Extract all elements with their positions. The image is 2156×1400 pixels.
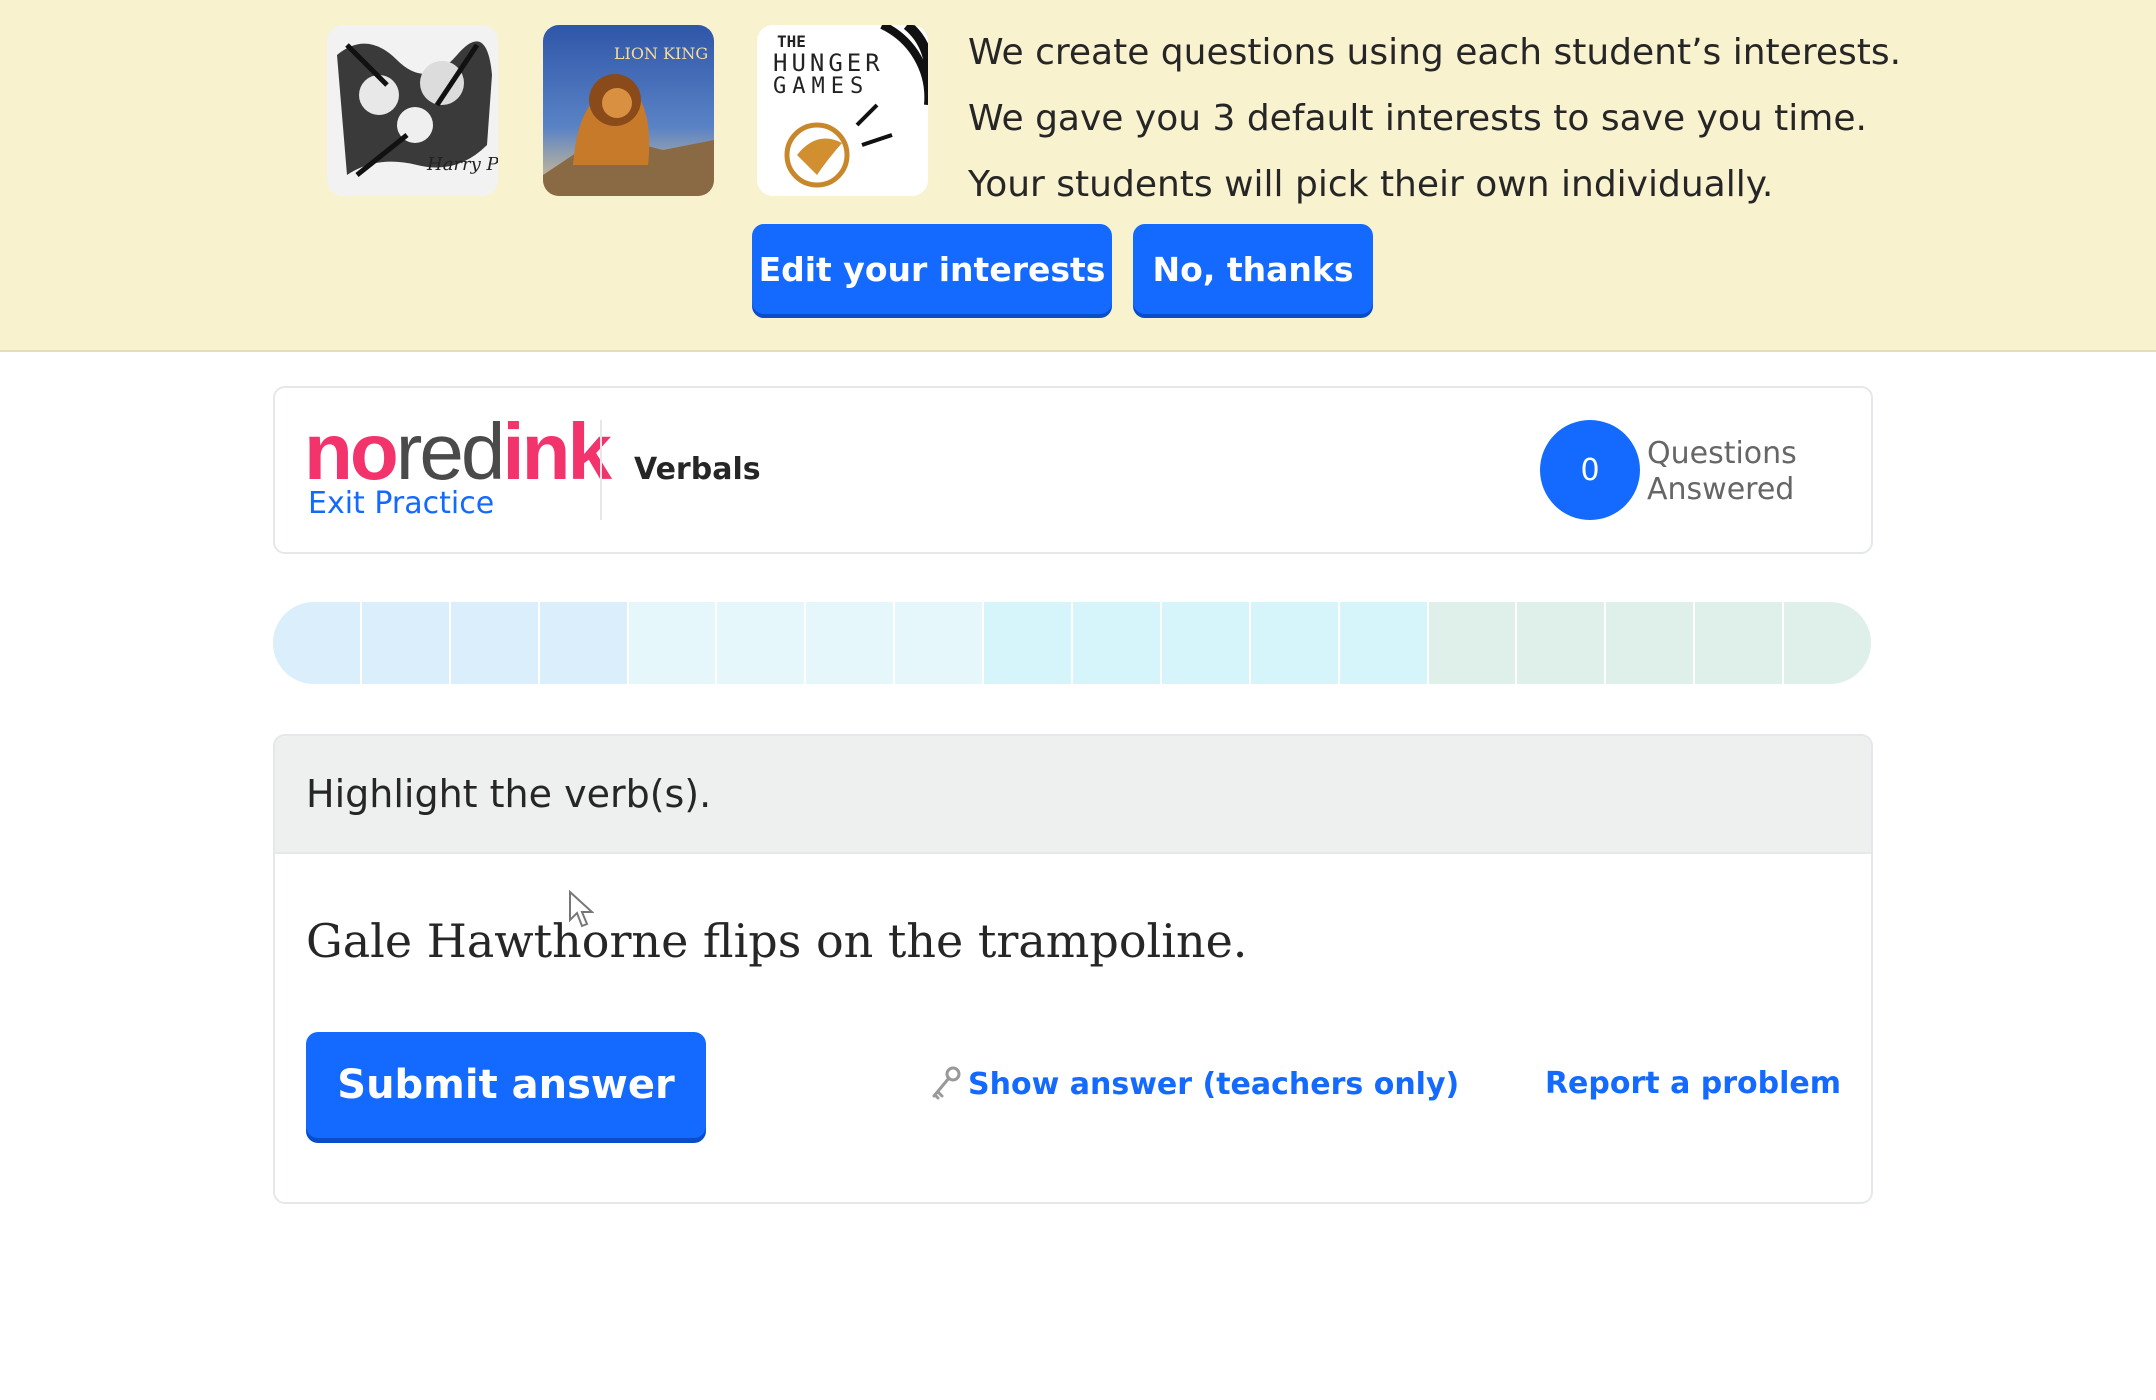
show-answer-label: Show answer (teachers only): [968, 1066, 1460, 1102]
progress-segment: [717, 602, 807, 684]
progress-segment: [1073, 602, 1162, 684]
submit-answer-button[interactable]: Submit answer: [306, 1032, 706, 1138]
mouse-cursor-icon: [569, 890, 594, 928]
progress-segment: [1784, 602, 1871, 684]
lion-king-thumbnail: LION KING: [543, 25, 714, 196]
progress-segment: [361, 602, 451, 684]
hunger-games-label-bottom: GAMES: [773, 74, 869, 99]
lion-king-label: LION KING: [614, 44, 708, 63]
key-icon: [930, 1066, 962, 1102]
progress-segment: [895, 602, 985, 684]
noredink-logo[interactable]: noredink: [304, 407, 612, 496]
question-prompt: Highlight the verb(s).: [306, 772, 712, 816]
progress-segment: [1250, 602, 1340, 684]
question-prompt-header: Highlight the verb(s).: [275, 736, 1871, 854]
progress-segment: [628, 602, 718, 684]
report-problem-link[interactable]: Report a problem: [1545, 1066, 1841, 1101]
edit-interests-button[interactable]: Edit your interests: [752, 224, 1112, 314]
harry-potter-thumbnail: Harry Potter: [327, 25, 498, 196]
header-divider: [600, 420, 602, 520]
exit-practice-link[interactable]: Exit Practice: [308, 486, 494, 521]
questions-answered-count: 0: [1540, 420, 1640, 520]
highlightable-sentence[interactable]: Gale Hawthorne flips on the trampoline.: [306, 914, 1247, 968]
progress-segment: [450, 602, 540, 684]
banner-line-2: We gave you 3 default interests to save …: [968, 98, 1867, 139]
progress-segment: [1339, 602, 1429, 684]
questions-answered-label: Questions Answered: [1647, 436, 1797, 508]
harry-potter-label: Harry Potter: [426, 154, 498, 175]
hunger-games-thumbnail: THE HUNGER GAMES: [757, 25, 928, 196]
question-card: Highlight the verb(s). Gale Hawthorne fl…: [273, 734, 1873, 1204]
no-thanks-button[interactable]: No, thanks: [1133, 224, 1373, 314]
progress-segment: [806, 602, 896, 684]
progress-segment: [984, 602, 1074, 684]
logo-part-ink: ink: [502, 407, 612, 496]
questions-label-line-2: Answered: [1647, 472, 1795, 507]
progress-segment: [1428, 602, 1518, 684]
practice-header: noredink Exit Practice Verbals 0 Questio…: [273, 386, 1873, 554]
banner-line-3: Your students will pick their own indivi…: [968, 164, 1774, 205]
interests-explanation: We create questions using each student’s…: [968, 20, 1901, 218]
hunger-games-label-mid: HUNGER: [773, 49, 884, 77]
progress-segment: [273, 602, 362, 684]
progress-segment: [1517, 602, 1607, 684]
interests-banner: Harry Potter LION KING THE: [0, 0, 2156, 352]
questions-label-line-1: Questions: [1647, 436, 1797, 471]
progress-segment: [1695, 602, 1785, 684]
progress-segment: [1606, 602, 1696, 684]
mastery-progress-bar: [273, 602, 1871, 684]
logo-part-no: no: [304, 407, 399, 496]
show-answer-link[interactable]: Show answer (teachers only): [930, 1066, 1459, 1102]
topic-title: Verbals: [634, 452, 761, 487]
progress-segment: [1161, 602, 1251, 684]
logo-part-red: red: [395, 407, 506, 496]
progress-segment: [539, 602, 629, 684]
banner-line-1: We create questions using each student’s…: [968, 32, 1902, 73]
